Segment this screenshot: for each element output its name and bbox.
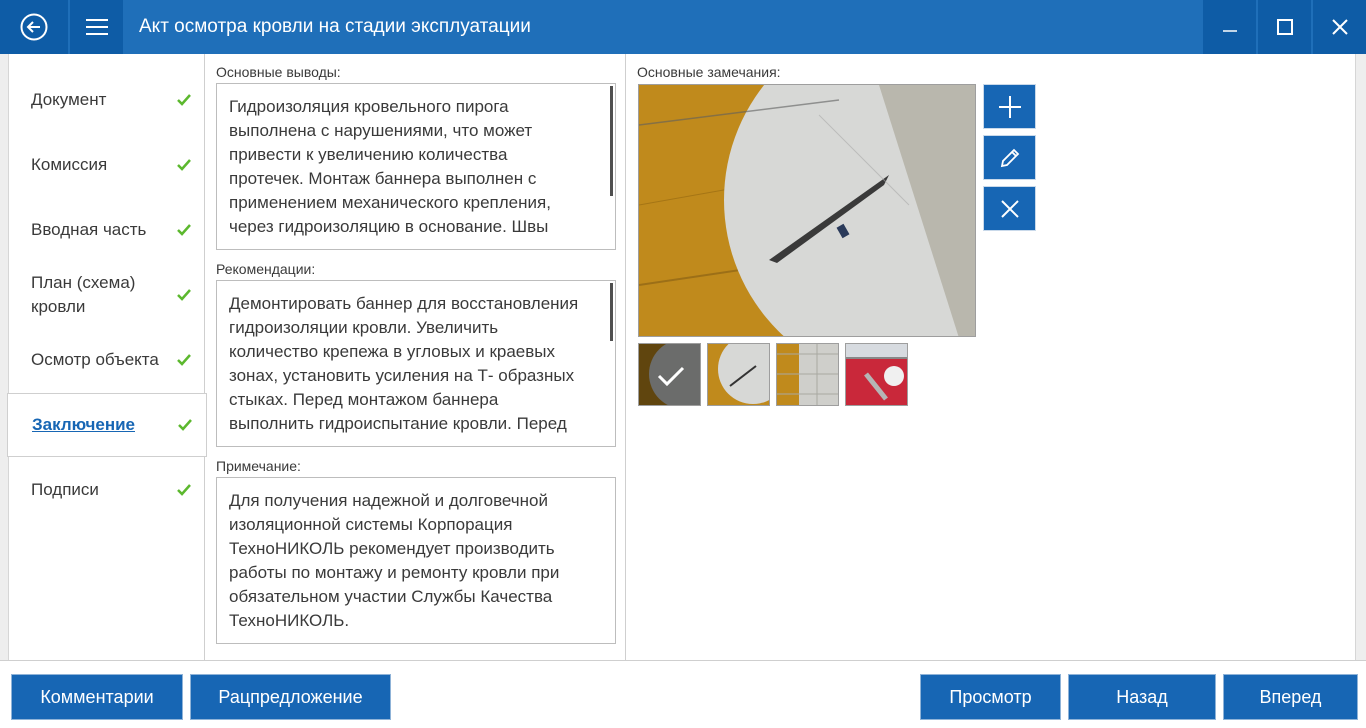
comments-button[interactable]: Комментарии [11,674,183,720]
hamburger-menu-icon [85,19,108,35]
close-icon [1331,19,1348,35]
sidebar-item-intro[interactable]: Вводная часть [9,198,205,262]
thumbnail-image [639,344,700,405]
back-arrow-icon [20,13,48,41]
proposal-button[interactable]: Рацпредложение [190,674,391,720]
maximize-button[interactable] [1258,0,1311,54]
cross-icon [1000,199,1019,218]
checkmark-icon [177,289,191,301]
thumbnail-image [846,344,907,405]
photo-thumbnail[interactable] [707,343,770,406]
checkmark-icon [177,159,191,171]
checkmark-icon [177,94,191,106]
sidebar-item-label: Заключение [32,415,135,434]
right-scroll-edge [1355,54,1366,660]
sidebar-item-document[interactable]: Документ [9,68,205,132]
edit-photo-button[interactable] [983,135,1036,180]
remark-photo-main[interactable] [638,84,976,337]
sidebar-item-label: Подписи [31,480,99,499]
recommendations-label: Рекомендации: [216,261,316,277]
recommendations-text: Демонтировать баннер для восстановления … [229,294,579,433]
sidebar-item-label: План (схема) кровли [31,273,136,316]
conclusions-scrollbar[interactable] [610,86,613,196]
pencil-icon [1000,148,1019,167]
forward-button[interactable]: Вперед [1223,674,1358,720]
photo-thumbnail[interactable] [776,343,839,406]
menu-button[interactable] [70,0,123,54]
plus-icon [998,95,1021,118]
checkmark-icon [177,354,191,366]
note-label: Примечание: [216,458,301,474]
delete-photo-button[interactable] [983,186,1036,231]
title-bar: Акт осмотра кровли на стадии эксплуатаци… [0,0,1366,54]
checkmark-icon [178,419,192,431]
add-photo-button[interactable] [983,84,1036,129]
preview-button[interactable]: Просмотр [920,674,1061,720]
thumbnail-image [777,344,838,405]
thumbnail-image [708,344,769,405]
note-text: Для получения надежной и долговечной изо… [229,491,560,630]
remarks-panel: Основные замечания: [627,54,1355,660]
photo-thumbnail[interactable] [845,343,908,406]
minimize-button[interactable] [1203,0,1256,54]
recommendations-scrollbar[interactable] [610,283,613,341]
sidebar: Документ Комиссия Вводная часть План (сх… [7,54,207,660]
close-button[interactable] [1313,0,1366,54]
sidebar-item-inspection[interactable]: Осмотр объекта [9,328,205,392]
maximize-icon [1276,19,1293,35]
back-nav-button[interactable]: Назад [1068,674,1216,720]
conclusions-text: Гидроизоляция кровельного пирога выполне… [229,97,551,236]
roof-photo-image [639,85,975,336]
minimize-icon [1222,30,1237,32]
sidebar-item-signatures[interactable]: Подписи [9,458,205,522]
window-title: Акт осмотра кровли на стадии эксплуатаци… [139,16,531,37]
sidebar-item-conclusion[interactable]: Заключение [7,393,207,457]
sidebar-item-label: Документ [31,90,107,109]
remarks-label: Основные замечания: [637,64,781,80]
checkmark-icon [177,224,191,236]
back-button[interactable] [0,0,68,54]
footer-toolbar: Комментарии Рацпредложение Просмотр Наза… [0,660,1366,728]
conclusions-textarea[interactable]: Гидроизоляция кровельного пирога выполне… [216,83,616,250]
sidebar-item-roof-plan[interactable]: План (схема) кровли [9,263,205,327]
sidebar-item-label: Вводная часть [31,220,147,239]
sidebar-item-label: Комиссия [31,155,108,174]
conclusion-form: Основные выводы: Гидроизоляция кровельно… [206,54,626,660]
note-textarea[interactable]: Для получения надежной и долговечной изо… [216,477,616,644]
sidebar-item-commission[interactable]: Комиссия [9,133,205,197]
checkmark-icon [177,484,191,496]
recommendations-textarea[interactable]: Демонтировать баннер для восстановления … [216,280,616,447]
photo-thumbnail-selected[interactable] [638,343,701,406]
left-scroll-edge [0,54,9,660]
sidebar-item-label: Осмотр объекта [31,350,159,369]
conclusions-label: Основные выводы: [216,64,341,80]
